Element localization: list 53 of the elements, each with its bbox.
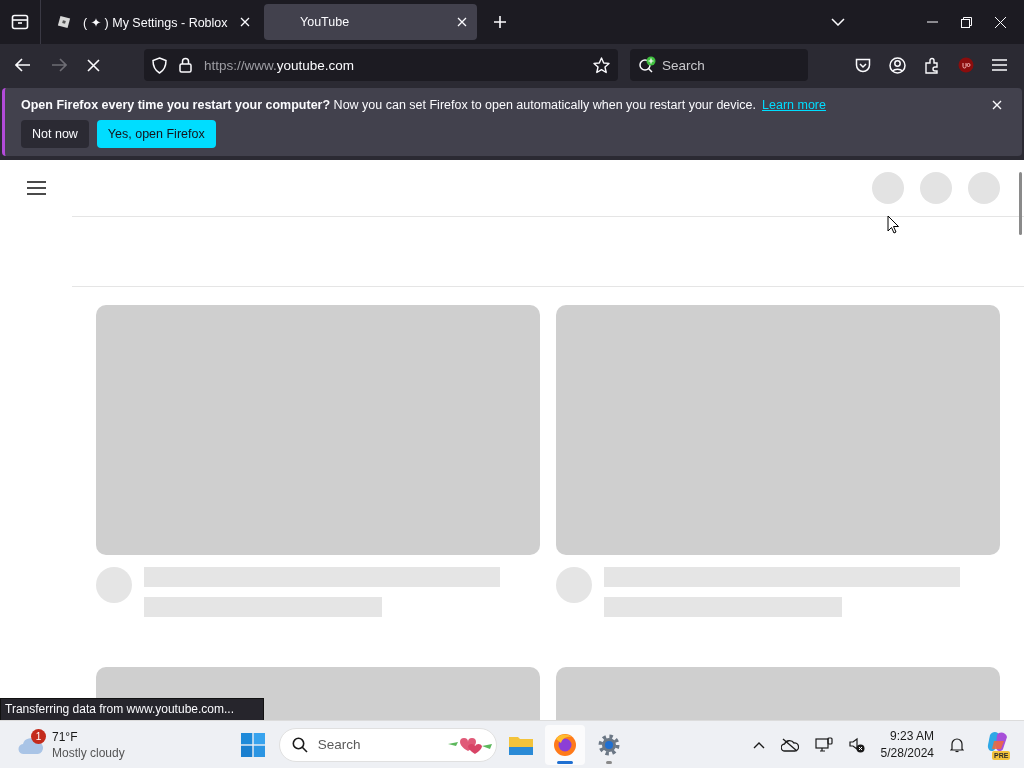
cloud-off-icon[interactable] [780,737,799,752]
windows-start-icon[interactable] [240,732,265,757]
weather-condition-text: Mostly cloudy [52,744,125,761]
search-field[interactable]: Search [630,49,808,81]
mouse-pointer-icon [887,215,900,234]
shield-extension-icon[interactable] [958,57,974,73]
close-window-icon[interactable] [995,16,1006,28]
skeleton-avatar [96,567,132,603]
stop-loading-icon[interactable] [87,58,100,72]
clock-time[interactable]: 9:23 AM [889,727,934,745]
search-engine-icon [638,56,658,74]
not-now-button[interactable]: Not now [21,120,89,148]
menu-icon[interactable] [27,181,46,195]
network-icon[interactable] [814,736,833,753]
bell-icon[interactable] [950,736,964,753]
status-text: Transferring data from www.youtube.com... [0,698,264,720]
url-text: https://www.youtube.com [204,57,355,73]
folder-icon [508,734,533,755]
open-firefox-button[interactable]: Yes, open Firefox [96,120,216,148]
search-icon [291,736,308,753]
close-tab-icon[interactable] [457,17,467,27]
learn-more-link[interactable]: Learn more [762,98,826,112]
close-tab-icon[interactable] [240,17,250,27]
star-bookmark-icon[interactable] [593,56,610,74]
account-icon[interactable] [889,56,906,74]
skeleton-circle [920,172,952,204]
temperature-text: 71°F [52,728,79,745]
notification-badge: 1 [31,728,46,744]
taskbar-app[interactable] [544,724,585,765]
notification-message: Open Firefox every time you restart your computer? Now you can set Firefox to open automatically when you restart your device. [21,98,757,112]
tab-overflow-chevron-icon[interactable] [831,18,845,26]
close-icon[interactable] [992,100,1002,110]
gear-icon [596,732,621,757]
skeleton-circle [968,172,1000,204]
lock-icon[interactable] [179,57,192,73]
scrollbar-thumb[interactable] [1019,172,1022,235]
chevron-up-icon[interactable] [752,740,765,749]
new-tab-icon[interactable] [493,15,507,29]
taskbar-search-field[interactable]: Search [278,727,497,762]
clock-date[interactable]: 5/28/2024 [880,744,934,762]
fox-globe-icon [552,732,577,757]
skeleton-avatar [556,567,592,603]
shield-icon[interactable] [152,56,167,74]
puzzle-extensions-icon[interactable] [924,56,940,74]
speaker-muted-icon[interactable] [848,736,865,753]
browser-tab[interactable]: YouTube [264,4,477,40]
back-arrow-icon[interactable] [15,58,31,72]
address-bar[interactable]: https://www.youtube.com [144,49,618,81]
skeleton-circle [872,172,904,204]
browser-tab[interactable]: ( ✦ ) My Settings - Roblox [47,4,260,40]
restore-icon[interactable] [961,16,972,28]
forward-arrow-icon [51,58,67,72]
pocket-icon[interactable] [855,57,871,73]
